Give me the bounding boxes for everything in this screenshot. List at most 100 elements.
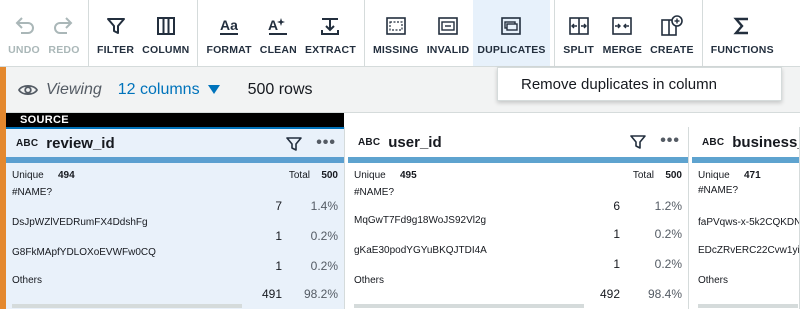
svg-text:Aa: Aa	[220, 17, 238, 33]
column-name: user_id	[388, 133, 442, 151]
remove-duplicates-label: Remove duplicates in column	[521, 75, 717, 93]
duplicates-button[interactable]: DUPLICATES	[473, 0, 550, 66]
merge-icon	[610, 14, 634, 38]
value-percent: 1.2%	[654, 199, 682, 213]
value-text: EDcZRvERC22Cvw1yi4	[698, 245, 800, 256]
merge-button[interactable]: MERGE	[599, 0, 647, 66]
value-percent: 1.4%	[310, 199, 338, 213]
column-name: review_id	[46, 134, 115, 152]
remove-duplicates-menu-item[interactable]: Remove duplicates in column	[497, 67, 782, 101]
create-icon	[660, 14, 684, 38]
extract-label: EXTRACT	[304, 44, 356, 56]
list-item: Others 492 98.4%	[354, 275, 684, 309]
columns-dropdown[interactable]: 12 columns	[118, 81, 220, 99]
value-count: 1	[613, 257, 620, 271]
value-text: Others	[12, 275, 43, 286]
clean-icon: A	[266, 14, 290, 38]
column-stats: Unique 471	[698, 168, 795, 182]
value-text: Others	[698, 275, 729, 286]
undo-button[interactable]: UNDO	[4, 0, 44, 66]
duplicates-label: DUPLICATES	[477, 44, 546, 56]
column-header: ABC user_id •••	[348, 127, 688, 157]
split-icon	[567, 14, 591, 38]
clean-button[interactable]: A CLEAN	[256, 0, 301, 66]
value-text: Others	[354, 275, 385, 286]
rows-count: 500 rows	[247, 80, 313, 98]
redo-icon	[52, 14, 76, 38]
redo-button[interactable]: REDO	[44, 0, 84, 66]
column-label: COLUMN	[142, 44, 190, 56]
value-text: gKaE30podYGYuBKQJTDI4A	[354, 245, 487, 256]
total-label: Total	[288, 170, 310, 181]
total-label: Total	[632, 170, 654, 181]
value-percent: 98.2%	[303, 287, 338, 301]
value-text: faPVqws-x-5k2CQKDN	[698, 217, 800, 228]
unique-label: Unique	[698, 170, 730, 181]
extract-icon	[318, 14, 342, 38]
type-badge: ABC	[16, 137, 39, 149]
more-options-icon[interactable]: •••	[660, 132, 680, 150]
redo-label: REDO	[48, 44, 80, 56]
unique-label: Unique	[12, 170, 44, 181]
column-button[interactable]: COLUMN	[138, 0, 193, 66]
unique-value: 494	[58, 170, 75, 181]
more-options-icon[interactable]: •••	[316, 134, 336, 152]
format-icon: Aa	[217, 14, 241, 38]
invalid-button[interactable]: INVALID	[423, 0, 474, 66]
value-count: 1	[275, 229, 282, 243]
value-percent: 0.2%	[654, 227, 682, 241]
column-review-id[interactable]: ABC review_id ••• Unique 494 Total 500 #…	[6, 127, 345, 309]
format-label: FORMAT	[206, 44, 252, 56]
column-business-id[interactable]: ABC business_id Unique 471 #NAME? faPVqw…	[692, 127, 800, 309]
value-count: 1	[613, 227, 620, 241]
format-button[interactable]: Aa FORMAT	[202, 0, 255, 66]
column-quality-bar	[6, 157, 344, 163]
value-text: MqGwT7Fd9g18WoJS92Vl2g	[354, 215, 487, 226]
merge-label: MERGE	[602, 44, 643, 56]
distribution-bar	[12, 304, 242, 308]
value-text: #NAME?	[354, 187, 395, 198]
value-percent: 0.2%	[654, 257, 682, 271]
structure-group: SPLIT MERGE CREATE	[555, 0, 703, 66]
column-user-id[interactable]: ABC user_id ••• Unique 495 Total 500 #NA…	[348, 127, 689, 309]
functions-group: FUNCTIONS	[703, 0, 782, 66]
value-text: #NAME?	[12, 187, 53, 198]
column-header: ABC business_id	[692, 127, 799, 157]
value-text: DsJpWZlVEDRumFX4DdshFg	[12, 217, 148, 228]
toolbar: UNDO REDO FILTER COLUMN Aa FORMAT A CLEA…	[0, 0, 800, 67]
filter-button[interactable]: FILTER	[93, 0, 138, 66]
value-count: 492	[599, 287, 620, 301]
distribution-bar	[354, 304, 584, 308]
value-percent: 0.2%	[310, 229, 338, 243]
missing-button[interactable]: MISSING	[369, 0, 423, 66]
eye-icon	[18, 82, 40, 98]
column-quality-bar	[692, 157, 799, 163]
filter-icon[interactable]	[286, 136, 302, 152]
filter-icon[interactable]	[630, 134, 646, 150]
format-group: Aa FORMAT A CLEAN EXTRACT	[198, 0, 365, 66]
history-group: UNDO REDO	[0, 0, 89, 66]
value-percent: 98.4%	[647, 287, 682, 301]
value-count: 6	[613, 199, 620, 213]
invalid-label: INVALID	[426, 44, 470, 56]
viewing-label: Viewing	[46, 80, 102, 98]
duplicates-icon	[499, 14, 523, 38]
undo-label: UNDO	[8, 44, 40, 56]
extract-button[interactable]: EXTRACT	[301, 0, 360, 66]
quality-group: MISSING INVALID DUPLICATES	[365, 0, 555, 66]
functions-button[interactable]: FUNCTIONS	[707, 0, 778, 66]
type-badge: ABC	[702, 136, 725, 148]
undo-icon	[12, 14, 36, 38]
filter-label: FILTER	[97, 44, 135, 56]
total-value: 500	[321, 170, 338, 181]
create-label: CREATE	[650, 44, 694, 56]
sigma-icon	[730, 14, 754, 38]
functions-label: FUNCTIONS	[710, 44, 774, 56]
filter-column-group: FILTER COLUMN	[89, 0, 199, 66]
unique-value: 495	[400, 170, 417, 181]
split-button[interactable]: SPLIT	[559, 0, 599, 66]
columns-count: 12 columns	[117, 80, 200, 98]
svg-text:A: A	[268, 17, 278, 33]
create-button[interactable]: CREATE	[646, 0, 698, 66]
value-count: 7	[275, 199, 282, 213]
